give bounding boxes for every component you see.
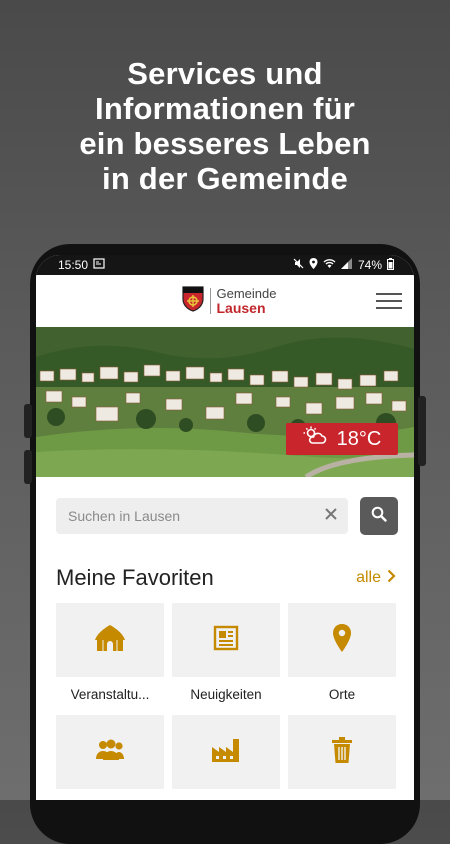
volume-button <box>24 450 32 484</box>
battery-percent: 74% <box>357 258 382 272</box>
tile-label: Veranstaltu... <box>70 687 150 702</box>
tile-icon-box <box>172 603 280 677</box>
favorite-tile-industry[interactable] <box>172 715 280 800</box>
favorites-grid: Veranstaltu... Neuigkeiten Orte <box>36 591 414 800</box>
search-input[interactable] <box>66 507 324 525</box>
tile-label: Neuigkeiten <box>190 687 262 702</box>
all-favorites-link[interactable]: alle <box>356 569 396 588</box>
search-icon <box>371 506 387 527</box>
search-bar <box>36 477 414 535</box>
power-button <box>418 396 426 466</box>
promo-line: Informationen für <box>95 91 355 126</box>
favorite-tile-neuigkeiten[interactable]: Neuigkeiten <box>172 603 280 707</box>
tile-icon-box <box>172 715 280 789</box>
tile-label: Orte <box>328 687 356 702</box>
tile-icon-box <box>56 715 164 789</box>
favorites-title: Meine Favoriten <box>56 565 214 590</box>
volume-button <box>24 404 32 438</box>
battery-icon <box>387 257 394 273</box>
promo-headline: Services und Informationen für ein besse… <box>0 56 450 196</box>
notification-icon <box>93 258 105 272</box>
tile-icon-box <box>288 603 396 677</box>
search-button[interactable] <box>360 497 398 535</box>
hero-village-image: 18°C <box>36 327 414 477</box>
logo-text-gemeinde: Gemeinde <box>216 285 277 301</box>
favorite-tile-people[interactable] <box>56 715 164 800</box>
app-screen: 15:50 74% Gemeinde Lausen 18°C Suchen in… <box>36 255 414 800</box>
weather-temperature: 18°C <box>336 427 382 450</box>
app-header: Gemeinde Lausen <box>36 275 414 327</box>
status-bar: 15:50 74% <box>36 255 414 275</box>
location-pin-icon <box>332 623 352 657</box>
signal-icon <box>340 258 353 272</box>
mute-icon <box>293 258 304 272</box>
newspaper-icon <box>213 625 239 656</box>
favorites-header: Meine Favoriten alle <box>36 535 414 591</box>
favorite-tile-veranstaltungen[interactable]: Veranstaltu... <box>56 603 164 707</box>
promo-line: ein besseres Leben <box>79 126 371 161</box>
location-icon <box>309 258 318 272</box>
favorite-tile-orte[interactable]: Orte <box>288 603 396 707</box>
all-link-label: alle <box>356 569 381 586</box>
wifi-icon <box>323 258 336 272</box>
menu-bar <box>376 300 402 302</box>
menu-bar <box>376 293 402 295</box>
promo-line: in der Gemeinde <box>102 161 348 196</box>
chevron-right-icon <box>387 569 396 588</box>
gemeinde-logo[interactable]: Gemeinde Lausen <box>181 285 277 317</box>
trash-icon <box>331 736 353 769</box>
coat-of-arms-icon <box>181 285 204 317</box>
tent-icon <box>94 624 126 657</box>
status-time: 15:50 <box>58 258 89 272</box>
tile-icon-box <box>56 603 164 677</box>
logo-text-lausen: Lausen <box>216 299 266 316</box>
menu-bar <box>376 307 402 309</box>
clear-icon[interactable] <box>324 507 338 526</box>
hamburger-menu-button[interactable] <box>376 293 402 311</box>
people-icon <box>94 739 126 766</box>
partly-cloudy-icon <box>303 426 327 452</box>
search-field <box>56 498 348 534</box>
weather-badge[interactable]: 18°C <box>286 423 398 455</box>
favorite-tile-waste[interactable] <box>288 715 396 800</box>
promo-line: Services und <box>127 56 323 91</box>
tile-icon-box <box>288 715 396 789</box>
factory-icon <box>211 737 241 768</box>
